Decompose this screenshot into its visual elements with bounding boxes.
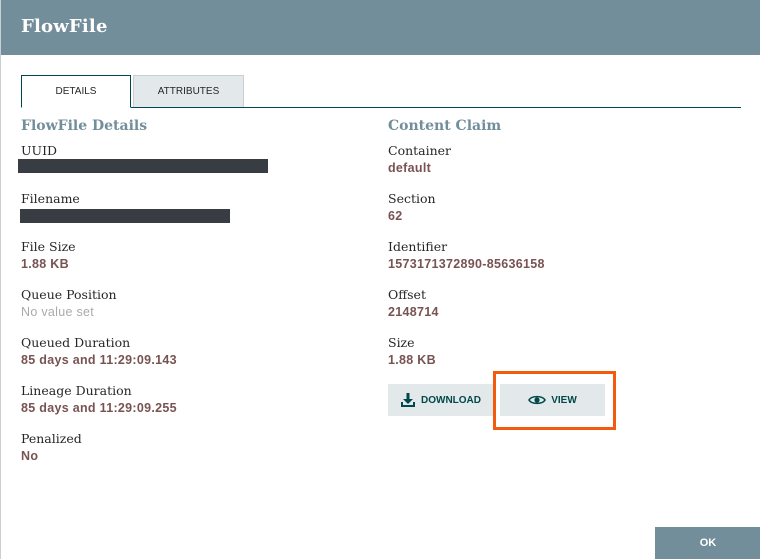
offset-label: Offset (388, 287, 426, 302)
tab-bar: DETAILS ATTRIBUTES (21, 75, 741, 108)
identifier-value: 1573171372890-85636158 (388, 257, 545, 271)
container-value: default (388, 161, 432, 175)
ok-button[interactable]: OK (655, 527, 760, 559)
filename-label: Filename (21, 191, 80, 206)
dialog-header: FlowFile (1, 0, 760, 55)
uuid-label: UUID (21, 143, 58, 158)
offset-value: 2148714 (388, 305, 439, 319)
penalized-label: Penalized (21, 431, 82, 446)
filename-redacted-value (20, 209, 230, 223)
queued-duration-value: 85 days and 11:29:09.143 (21, 353, 177, 367)
download-button[interactable]: DOWNLOAD (388, 384, 493, 416)
file-size-label: File Size (21, 239, 76, 254)
download-icon (401, 393, 415, 407)
size-label: Size (388, 335, 415, 350)
flowfile-dialog: FlowFile DETAILS ATTRIBUTES FlowFile Det… (0, 0, 760, 559)
container-label: Container (388, 143, 452, 158)
penalized-value: No (21, 449, 39, 463)
section-label: Section (388, 191, 436, 206)
download-button-label: DOWNLOAD (421, 394, 481, 406)
queue-position-label: Queue Position (21, 287, 117, 302)
view-button-highlight (493, 371, 616, 430)
queue-position-value: No value set (21, 305, 95, 319)
tab-details[interactable]: DETAILS (21, 75, 131, 108)
tab-attributes[interactable]: ATTRIBUTES (133, 75, 244, 107)
queued-duration-label: Queued Duration (21, 335, 131, 350)
lineage-duration-label: Lineage Duration (21, 383, 132, 398)
file-size-value: 1.88 KB (21, 257, 69, 271)
section-value: 62 (388, 209, 403, 223)
flowfile-details-title: FlowFile Details (21, 118, 148, 134)
size-value: 1.88 KB (388, 353, 436, 367)
lineage-duration-value: 85 days and 11:29:09.255 (21, 401, 177, 415)
dialog-title: FlowFile (21, 16, 108, 37)
identifier-label: Identifier (388, 239, 448, 254)
uuid-redacted-value (18, 159, 268, 173)
content-claim-title: Content Claim (388, 118, 502, 134)
